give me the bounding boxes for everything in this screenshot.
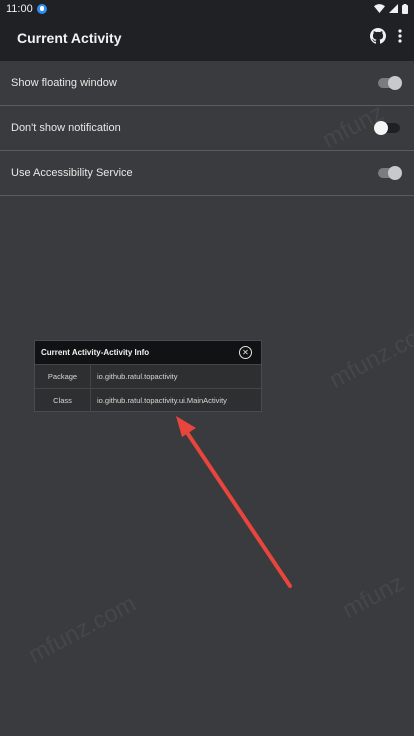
- setting-label: Use Accessibility Service: [11, 167, 133, 179]
- app-bar: Current Activity: [0, 17, 414, 61]
- info-value: io.github.ratul.topactivity: [97, 372, 178, 381]
- setting-use-accessibility-service[interactable]: Use Accessibility Service: [0, 151, 414, 196]
- switch-thumb: [388, 166, 402, 180]
- download-indicator-icon: [36, 3, 47, 14]
- floating-activity-window[interactable]: Current Activity-Activity Info ✕ Package…: [34, 340, 262, 412]
- switch-thumb: [388, 76, 402, 90]
- github-icon[interactable]: [370, 28, 386, 44]
- setting-label: Show floating window: [11, 77, 117, 89]
- wifi-icon: [374, 4, 385, 13]
- info-value: io.github.ratul.topactivity.ui.MainActiv…: [97, 396, 227, 405]
- info-row-package: Package io.github.ratul.topactivity: [35, 364, 261, 388]
- cell-signal-icon: [389, 4, 398, 13]
- battery-icon: [402, 3, 408, 14]
- setting-label: Don't show notification: [11, 122, 121, 134]
- more-vert-icon[interactable]: [398, 29, 402, 43]
- floating-window-header[interactable]: Current Activity-Activity Info ✕: [35, 341, 261, 364]
- close-icon[interactable]: ✕: [239, 346, 252, 359]
- info-key: Package: [35, 365, 91, 388]
- watermark: mfunz.co: [325, 324, 414, 394]
- floating-window-title: Current Activity-Activity Info: [41, 348, 150, 357]
- status-bar: 11:00: [0, 0, 414, 17]
- status-time: 11:00: [6, 2, 33, 15]
- status-icons: [374, 3, 408, 14]
- setting-show-floating-window[interactable]: Show floating window: [0, 61, 414, 106]
- info-row-class: Class io.github.ratul.topactivity.ui.Mai…: [35, 388, 261, 412]
- watermark: mfunz: [338, 569, 409, 624]
- app-title: Current Activity: [17, 30, 122, 46]
- floating-window-switch[interactable]: [378, 76, 402, 90]
- watermark: mfunz.com: [24, 589, 141, 669]
- app-bar-actions: [370, 28, 402, 44]
- info-key: Class: [35, 389, 91, 412]
- accessibility-switch[interactable]: [378, 166, 402, 180]
